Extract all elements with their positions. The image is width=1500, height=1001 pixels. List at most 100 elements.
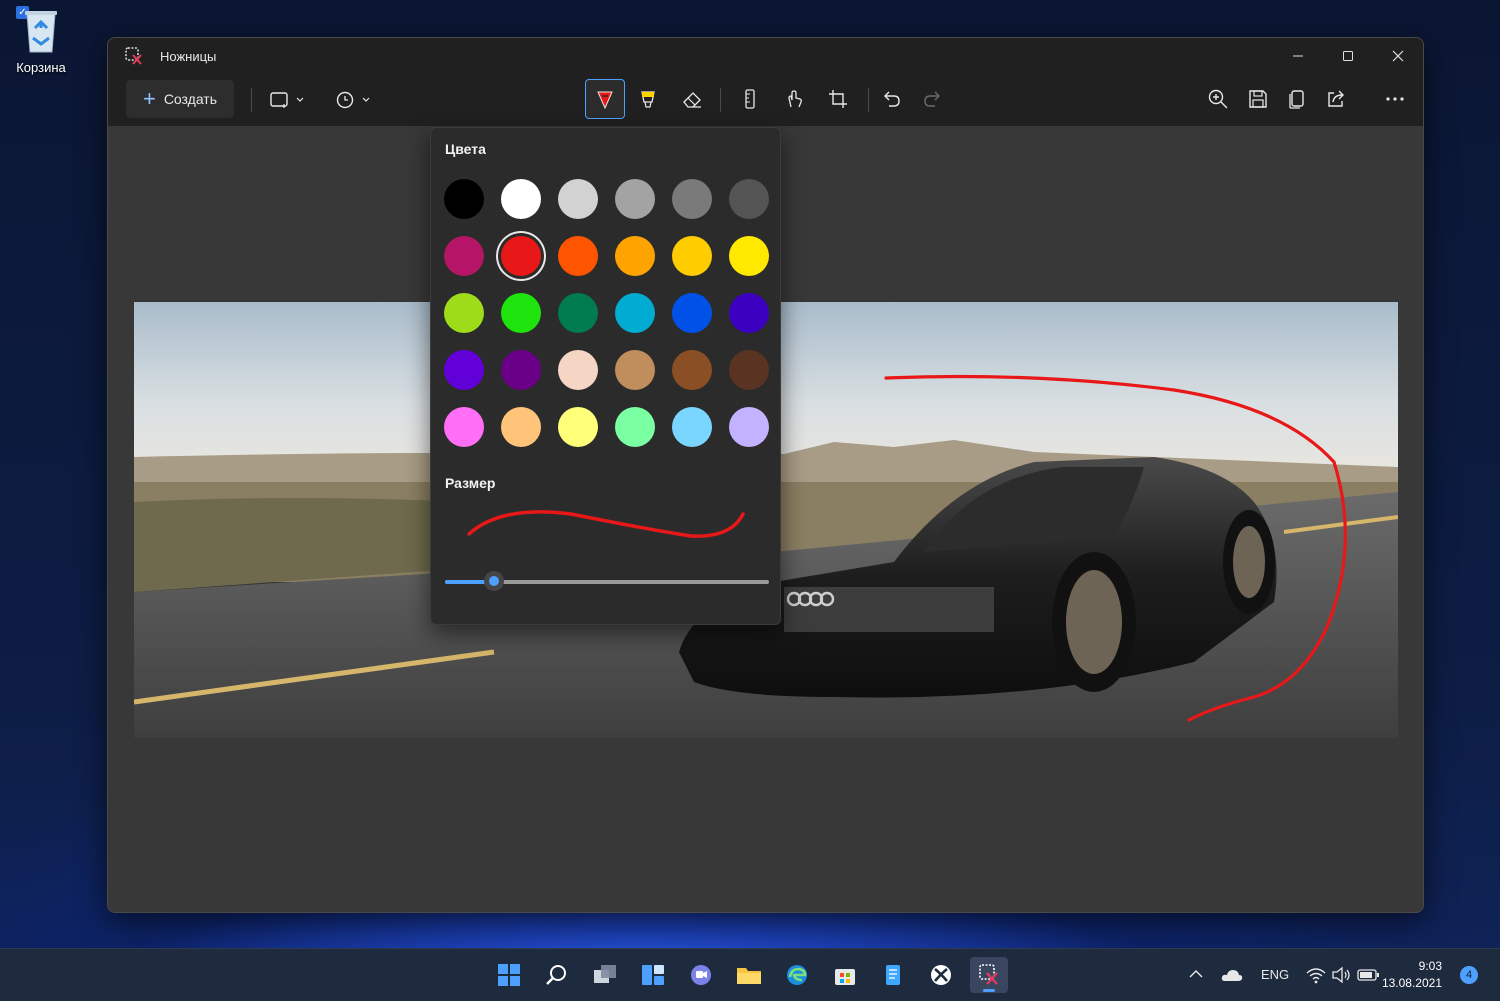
maximize-button[interactable]: [1325, 38, 1371, 74]
save-button[interactable]: [1239, 82, 1277, 116]
color-swatch[interactable]: [729, 236, 769, 276]
color-swatch[interactable]: [444, 236, 484, 276]
more-icon: [1386, 97, 1404, 101]
color-swatch[interactable]: [444, 293, 484, 333]
delay-dropdown[interactable]: [330, 84, 378, 116]
redo-button[interactable]: [913, 82, 951, 116]
color-swatch[interactable]: [501, 293, 541, 333]
desktop: ✓ Корзина Ножницы + Создать Цвета Размер…: [0, 0, 1500, 1001]
color-swatch[interactable]: [729, 179, 769, 219]
toolbar-separator: [868, 88, 869, 112]
color-swatch[interactable]: [672, 293, 712, 333]
color-swatch[interactable]: [558, 179, 598, 219]
ballpoint-pen-icon: [597, 91, 613, 110]
color-swatch[interactable]: [558, 293, 598, 333]
undo-icon: [884, 91, 900, 107]
app-icon: [124, 46, 144, 66]
volume-icon: [1332, 966, 1350, 984]
widgets-button[interactable]: [634, 957, 672, 993]
network-button[interactable]: [1305, 965, 1327, 988]
size-slider-thumb[interactable]: [484, 571, 504, 591]
color-swatch[interactable]: [501, 236, 541, 276]
pen-settings-flyout: Цвета Размер: [430, 127, 781, 625]
share-icon: [1328, 90, 1344, 107]
color-swatch[interactable]: [615, 350, 655, 390]
language-indicator[interactable]: ENG: [1261, 967, 1289, 982]
color-swatch[interactable]: [729, 293, 769, 333]
task-view-button[interactable]: [586, 957, 624, 993]
toolbar-separator: [251, 88, 252, 112]
battery-icon: [1357, 969, 1379, 981]
size-heading: Размер: [445, 475, 496, 491]
zoom-in-button[interactable]: [1199, 82, 1237, 116]
active-app-indicator: [983, 989, 995, 992]
recycle-bin[interactable]: ✓ Корзина: [8, 6, 74, 75]
color-swatch[interactable]: [672, 407, 712, 447]
color-swatch[interactable]: [672, 350, 712, 390]
minimize-button[interactable]: [1275, 38, 1321, 74]
show-hidden-icons-button[interactable]: [1186, 964, 1206, 987]
color-swatch[interactable]: [615, 293, 655, 333]
onedrive-button[interactable]: [1220, 965, 1244, 988]
ballpoint-pen-button[interactable]: [585, 79, 625, 119]
snipping-tool-taskbar-button[interactable]: [970, 957, 1008, 993]
new-snip-button[interactable]: + Создать: [126, 80, 234, 118]
clock[interactable]: 9:03 13.08.2021: [1382, 958, 1442, 992]
store-button[interactable]: [826, 957, 864, 993]
ruler-button[interactable]: [731, 82, 769, 116]
recycle-bin-icon: [21, 6, 61, 54]
start-button[interactable]: [490, 957, 528, 993]
crop-button[interactable]: [819, 82, 857, 116]
notification-badge[interactable]: 4: [1460, 966, 1478, 984]
snip-mode-dropdown[interactable]: [264, 84, 312, 116]
edge-button[interactable]: [778, 957, 816, 993]
volume-button[interactable]: [1331, 965, 1353, 988]
color-swatch[interactable]: [615, 179, 655, 219]
battery-button[interactable]: [1357, 966, 1381, 987]
ruler-icon: [745, 89, 755, 109]
search-icon: [546, 965, 566, 985]
wifi-icon: [1306, 968, 1326, 984]
file-explorer-button[interactable]: [730, 957, 768, 993]
highlighter-button[interactable]: [629, 82, 667, 116]
color-swatch[interactable]: [672, 179, 712, 219]
color-swatch[interactable]: [501, 350, 541, 390]
xbox-button[interactable]: [922, 957, 960, 993]
snipping-tool-icon: [979, 964, 998, 985]
more-options-button[interactable]: [1376, 82, 1414, 116]
close-button[interactable]: [1375, 38, 1421, 74]
color-swatch[interactable]: [444, 179, 484, 219]
color-swatch[interactable]: [501, 179, 541, 219]
store-icon: [835, 969, 855, 985]
undo-button[interactable]: [873, 82, 911, 116]
task-view-icon: [594, 965, 616, 983]
new-snip-label: Создать: [163, 91, 218, 107]
teams-chat-button[interactable]: [682, 957, 720, 993]
color-swatch[interactable]: [672, 236, 712, 276]
color-swatch[interactable]: [444, 350, 484, 390]
colors-heading: Цвета: [445, 141, 486, 157]
toolbar-separator: [720, 88, 721, 112]
color-swatch[interactable]: [558, 407, 598, 447]
color-swatch[interactable]: [444, 407, 484, 447]
touch-writing-button[interactable]: [775, 82, 813, 116]
color-swatch[interactable]: [615, 407, 655, 447]
color-swatch[interactable]: [615, 236, 655, 276]
title-bar[interactable]: Ножницы: [108, 38, 1423, 74]
eraser-icon: [683, 92, 701, 108]
eraser-button[interactable]: [673, 82, 711, 116]
search-button[interactable]: [538, 957, 576, 993]
edge-icon: [787, 965, 807, 985]
size-slider[interactable]: [445, 571, 769, 591]
share-button[interactable]: [1317, 82, 1355, 116]
color-swatch[interactable]: [729, 407, 769, 447]
crop-icon: [829, 90, 847, 108]
notepad-button[interactable]: [874, 957, 912, 993]
close-icon: [1392, 50, 1404, 62]
clock-date: 13.08.2021: [1381, 976, 1442, 990]
copy-button[interactable]: [1278, 82, 1316, 116]
color-swatch[interactable]: [501, 407, 541, 447]
color-swatch[interactable]: [558, 350, 598, 390]
color-swatch[interactable]: [558, 236, 598, 276]
color-swatch[interactable]: [729, 350, 769, 390]
